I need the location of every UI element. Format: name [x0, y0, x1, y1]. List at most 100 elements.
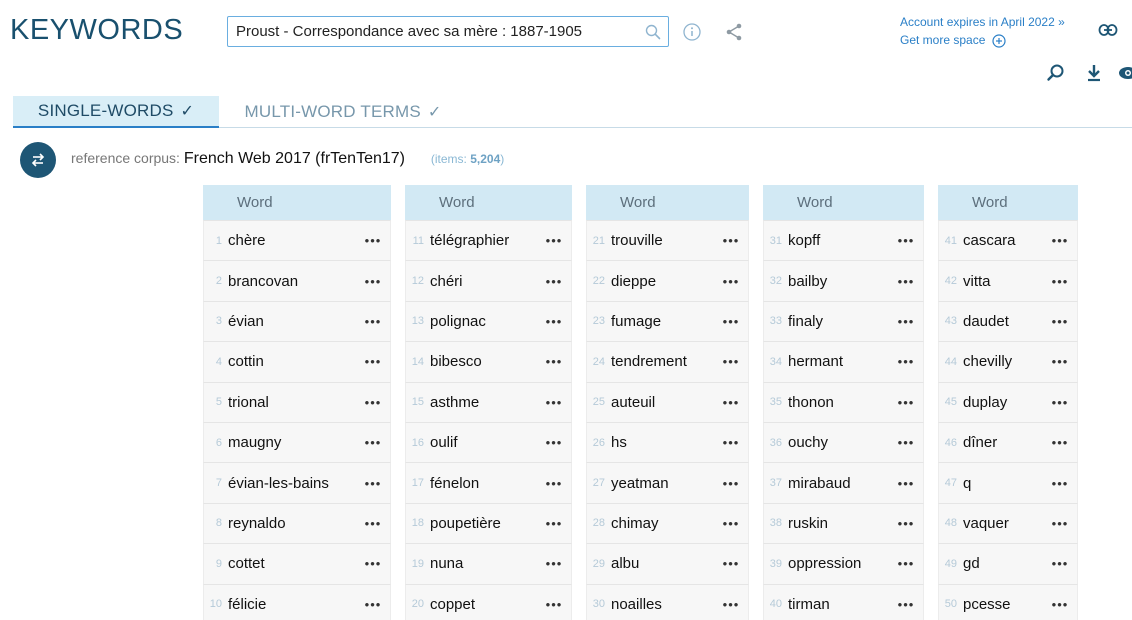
- row-word[interactable]: chimay: [611, 515, 714, 532]
- row-menu-icon[interactable]: •••: [356, 476, 390, 491]
- row-menu-icon[interactable]: •••: [356, 556, 390, 571]
- row-menu-icon[interactable]: •••: [889, 516, 923, 531]
- table-row[interactable]: 29 albu •••: [586, 543, 749, 584]
- row-word[interactable]: reynaldo: [228, 515, 356, 532]
- row-menu-icon[interactable]: •••: [537, 274, 571, 289]
- row-word[interactable]: trouville: [611, 232, 714, 249]
- row-menu-icon[interactable]: •••: [714, 314, 748, 329]
- table-row[interactable]: 34 hermant •••: [763, 341, 924, 382]
- table-row[interactable]: 6 maugny •••: [203, 421, 391, 463]
- corpus-name[interactable]: French Web 2017 (frTenTen17): [184, 150, 405, 167]
- table-row[interactable]: 14 bibesco •••: [405, 341, 572, 382]
- row-word[interactable]: thonon: [788, 394, 889, 411]
- row-word[interactable]: fumage: [611, 313, 714, 330]
- share-icon[interactable]: [724, 22, 744, 42]
- table-row[interactable]: 25 auteuil •••: [586, 381, 749, 422]
- row-menu-icon[interactable]: •••: [714, 597, 748, 612]
- row-menu-icon[interactable]: •••: [714, 435, 748, 450]
- table-row[interactable]: 24 tendrement •••: [586, 341, 749, 382]
- search-input[interactable]: [228, 17, 638, 46]
- row-word[interactable]: bailby: [788, 273, 889, 290]
- row-menu-icon[interactable]: •••: [356, 274, 390, 289]
- table-row[interactable]: 3 évian •••: [203, 300, 391, 342]
- row-menu-icon[interactable]: •••: [537, 354, 571, 369]
- row-word[interactable]: évian-les-bains: [228, 475, 356, 492]
- row-menu-icon[interactable]: •••: [714, 516, 748, 531]
- table-row[interactable]: 19 nuna •••: [405, 543, 572, 584]
- row-menu-icon[interactable]: •••: [714, 274, 748, 289]
- row-menu-icon[interactable]: •••: [356, 354, 390, 369]
- row-menu-icon[interactable]: •••: [356, 516, 390, 531]
- row-word[interactable]: chéri: [430, 273, 537, 290]
- table-row[interactable]: 28 chimay •••: [586, 502, 749, 544]
- row-menu-icon[interactable]: •••: [714, 395, 748, 410]
- row-word[interactable]: évian: [228, 313, 356, 330]
- row-word[interactable]: tendrement: [611, 353, 714, 370]
- row-word[interactable]: fénelon: [430, 475, 537, 492]
- row-word[interactable]: vaquer: [963, 515, 1043, 532]
- eye-icon[interactable]: [1118, 63, 1132, 83]
- row-word[interactable]: hs: [611, 434, 714, 451]
- table-row[interactable]: 45 duplay •••: [938, 381, 1078, 422]
- row-menu-icon[interactable]: •••: [356, 314, 390, 329]
- table-row[interactable]: 31 kopff •••: [763, 220, 924, 261]
- row-word[interactable]: daudet: [963, 313, 1043, 330]
- table-row[interactable]: 32 bailby •••: [763, 260, 924, 301]
- tab-single-words[interactable]: SINGLE-WORDS ✓: [13, 96, 219, 128]
- row-menu-icon[interactable]: •••: [714, 354, 748, 369]
- table-row[interactable]: 36 ouchy •••: [763, 421, 924, 463]
- table-row[interactable]: 20 coppet •••: [405, 583, 572, 620]
- row-menu-icon[interactable]: •••: [1043, 597, 1077, 612]
- table-row[interactable]: 5 trional •••: [203, 381, 391, 422]
- row-menu-icon[interactable]: •••: [889, 314, 923, 329]
- row-word[interactable]: télégraphier: [430, 232, 537, 249]
- table-row[interactable]: 35 thonon •••: [763, 381, 924, 422]
- row-word[interactable]: bibesco: [430, 353, 537, 370]
- table-row[interactable]: 16 oulif •••: [405, 421, 572, 463]
- table-row[interactable]: 47 q •••: [938, 462, 1078, 503]
- row-word[interactable]: duplay: [963, 394, 1043, 411]
- table-row[interactable]: 8 reynaldo •••: [203, 502, 391, 544]
- row-menu-icon[interactable]: •••: [537, 597, 571, 612]
- table-row[interactable]: 7 évian-les-bains •••: [203, 462, 391, 503]
- row-word[interactable]: ouchy: [788, 434, 889, 451]
- table-row[interactable]: 39 oppression •••: [763, 543, 924, 584]
- row-word[interactable]: coppet: [430, 596, 537, 613]
- row-word[interactable]: yeatman: [611, 475, 714, 492]
- column-header-word[interactable]: Word: [763, 185, 924, 220]
- table-row[interactable]: 10 félicie •••: [203, 583, 391, 620]
- row-word[interactable]: dîner: [963, 434, 1043, 451]
- row-menu-icon[interactable]: •••: [1043, 354, 1077, 369]
- row-word[interactable]: albu: [611, 555, 714, 572]
- row-menu-icon[interactable]: •••: [537, 314, 571, 329]
- row-menu-icon[interactable]: •••: [889, 476, 923, 491]
- row-menu-icon[interactable]: •••: [1043, 395, 1077, 410]
- row-menu-icon[interactable]: •••: [537, 395, 571, 410]
- row-word[interactable]: finaly: [788, 313, 889, 330]
- row-word[interactable]: oulif: [430, 434, 537, 451]
- column-header-word[interactable]: Word: [405, 185, 572, 220]
- search-box[interactable]: [227, 16, 669, 47]
- table-row[interactable]: 23 fumage •••: [586, 300, 749, 342]
- link-icon[interactable]: [1098, 23, 1118, 37]
- row-word[interactable]: brancovan: [228, 273, 356, 290]
- column-header-word[interactable]: Word: [203, 185, 391, 220]
- table-row[interactable]: 12 chéri •••: [405, 260, 572, 301]
- row-menu-icon[interactable]: •••: [889, 274, 923, 289]
- table-row[interactable]: 21 trouville •••: [586, 220, 749, 261]
- row-word[interactable]: polignac: [430, 313, 537, 330]
- table-row[interactable]: 40 tirman •••: [763, 583, 924, 620]
- row-word[interactable]: hermant: [788, 353, 889, 370]
- row-word[interactable]: poupetière: [430, 515, 537, 532]
- row-menu-icon[interactable]: •••: [1043, 274, 1077, 289]
- table-row[interactable]: 37 mirabaud •••: [763, 462, 924, 503]
- row-menu-icon[interactable]: •••: [537, 435, 571, 450]
- row-menu-icon[interactable]: •••: [714, 233, 748, 248]
- table-row[interactable]: 33 finaly •••: [763, 300, 924, 342]
- row-menu-icon[interactable]: •••: [714, 556, 748, 571]
- row-menu-icon[interactable]: •••: [537, 233, 571, 248]
- row-menu-icon[interactable]: •••: [1043, 516, 1077, 531]
- table-row[interactable]: 2 brancovan •••: [203, 260, 391, 301]
- row-word[interactable]: asthme: [430, 394, 537, 411]
- table-row[interactable]: 26 hs •••: [586, 421, 749, 463]
